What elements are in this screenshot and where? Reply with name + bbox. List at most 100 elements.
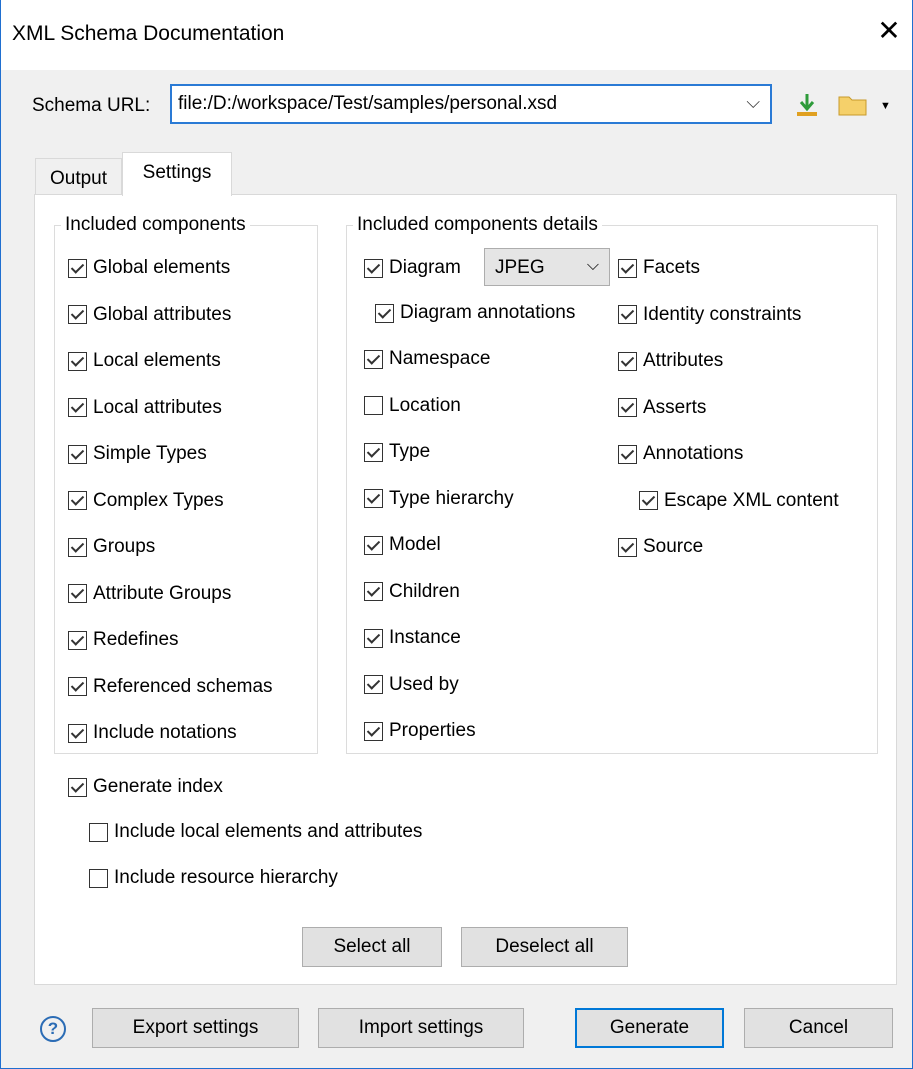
facets-label: Facets <box>643 257 701 278</box>
groups-checkbox[interactable]: Groups <box>68 536 155 558</box>
checkbox-box[interactable] <box>618 444 637 464</box>
local-elements-checkbox[interactable]: Local elements <box>68 350 221 372</box>
diagram-format-select[interactable]: JPEG ⌵ <box>484 248 610 286</box>
checkbox-box[interactable] <box>68 258 87 278</box>
checkbox-box[interactable] <box>618 537 637 557</box>
checkbox-box[interactable] <box>364 721 383 741</box>
local-attributes-label: Local attributes <box>93 396 222 418</box>
include-notations-checkbox[interactable]: Include notations <box>68 722 237 744</box>
annotations-checkbox[interactable]: Annotations <box>618 443 743 465</box>
asserts-checkbox[interactable]: Asserts <box>618 397 706 419</box>
checkbox-box[interactable] <box>618 305 637 324</box>
checkbox-box[interactable] <box>364 628 383 648</box>
location-checkbox[interactable]: Location <box>364 395 461 417</box>
simple-types-checkbox[interactable]: Simple Types <box>68 443 207 465</box>
redefines-checkbox[interactable]: Redefines <box>68 629 179 651</box>
local-elements-label: Local elements <box>93 350 221 371</box>
complex-types-checkbox[interactable]: Complex Types <box>68 490 224 512</box>
model-label: Model <box>389 534 441 555</box>
diagram-annotations-label: Diagram annotations <box>400 302 576 323</box>
checkbox-box[interactable] <box>364 675 383 694</box>
checkbox-box[interactable] <box>68 444 87 464</box>
checkbox-box[interactable] <box>68 537 87 557</box>
checkbox-box[interactable] <box>89 868 108 888</box>
schema-url-input[interactable] <box>176 90 728 118</box>
global-elements-checkbox[interactable]: Global elements <box>68 257 230 279</box>
used-by-checkbox[interactable]: Used by <box>364 674 459 696</box>
tab-settings[interactable]: Settings <box>122 152 232 196</box>
import-settings-button[interactable]: Import settings <box>318 1008 524 1048</box>
deselect-all-button[interactable]: Deselect all <box>461 927 628 967</box>
local-attributes-checkbox[interactable]: Local attributes <box>68 397 222 419</box>
diagram-annotations-checkbox[interactable]: Diagram annotations <box>375 302 575 324</box>
checkbox-box[interactable] <box>68 351 87 371</box>
namespace-checkbox[interactable]: Namespace <box>364 348 490 370</box>
help-icon[interactable]: ? <box>40 1016 66 1042</box>
checkbox-box[interactable] <box>68 777 87 797</box>
checkbox-box[interactable] <box>68 491 87 510</box>
checkbox-box[interactable] <box>364 258 383 278</box>
model-checkbox[interactable]: Model <box>364 534 441 556</box>
referenced-schemas-checkbox[interactable]: Referenced schemas <box>68 676 273 698</box>
children-label: Children <box>389 580 460 602</box>
checkbox-box[interactable] <box>618 398 637 417</box>
select-all-button[interactable]: Select all <box>302 927 442 967</box>
annotations-label: Annotations <box>643 443 744 464</box>
children-checkbox[interactable]: Children <box>364 581 460 603</box>
used-by-label: Used by <box>389 673 459 695</box>
include-hierarchy-checkbox[interactable]: Include resource hierarchy <box>89 867 338 889</box>
folder-icon[interactable] <box>838 94 868 116</box>
source-checkbox[interactable]: Source <box>618 536 703 558</box>
checkbox-box[interactable] <box>68 584 87 603</box>
complex-types-label: Complex Types <box>93 489 224 511</box>
export-settings-button[interactable]: Export settings <box>92 1008 299 1048</box>
checkbox-box[interactable] <box>364 396 383 415</box>
instance-label: Instance <box>389 627 461 648</box>
global-attributes-label: Global attributes <box>93 303 232 325</box>
properties-checkbox[interactable]: Properties <box>364 720 476 742</box>
identity-constraints-checkbox[interactable]: Identity constraints <box>618 304 801 326</box>
checkbox-box[interactable] <box>364 489 383 508</box>
checkbox-box[interactable] <box>68 630 87 650</box>
type-label: Type <box>389 441 431 462</box>
checkbox-box[interactable] <box>375 303 394 323</box>
checkbox-box[interactable] <box>68 677 87 696</box>
checkbox-box[interactable] <box>364 582 383 601</box>
instance-checkbox[interactable]: Instance <box>364 627 461 649</box>
namespace-label: Namespace <box>389 348 491 369</box>
checkbox-box[interactable] <box>89 822 108 842</box>
diagram-checkbox[interactable]: Diagram <box>364 257 461 279</box>
checkbox-box[interactable] <box>364 442 383 462</box>
tab-output[interactable]: Output <box>35 158 122 198</box>
checkbox-box[interactable] <box>68 723 87 743</box>
include-hierarchy-label: Include resource hierarchy <box>114 867 338 888</box>
checkbox-box[interactable] <box>364 349 383 369</box>
escape-xml-content-checkbox[interactable]: Escape XML content <box>639 490 839 512</box>
details-legend: Included components details <box>357 214 598 235</box>
generate-index-checkbox[interactable]: Generate index <box>68 776 223 798</box>
facets-checkbox[interactable]: Facets <box>618 257 700 279</box>
chevron-down-icon[interactable]: ⌵ <box>587 257 599 275</box>
attribute-groups-checkbox[interactable]: Attribute Groups <box>68 583 231 605</box>
generate-index-label: Generate index <box>93 776 223 797</box>
schema-url-combo[interactable]: ⌵ <box>170 84 772 124</box>
schema-url-label: Schema URL: <box>32 95 151 116</box>
close-icon[interactable]: ✕ <box>872 14 906 48</box>
include-local-checkbox[interactable]: Include local elements and attributes <box>89 821 422 843</box>
attributes-checkbox[interactable]: Attributes <box>618 350 723 372</box>
type-checkbox[interactable]: Type <box>364 441 430 463</box>
checkbox-box[interactable] <box>618 351 637 371</box>
type-hierarchy-checkbox[interactable]: Type hierarchy <box>364 488 514 510</box>
download-icon[interactable] <box>796 92 818 118</box>
generate-button[interactable]: Generate <box>575 1008 724 1048</box>
checkbox-box[interactable] <box>68 398 87 417</box>
window-title: XML Schema Documentation <box>12 22 285 45</box>
checkbox-box[interactable] <box>639 491 658 510</box>
cancel-button[interactable]: Cancel <box>744 1008 893 1048</box>
checkbox-box[interactable] <box>618 258 637 278</box>
checkbox-box[interactable] <box>68 305 87 324</box>
checkbox-box[interactable] <box>364 535 383 555</box>
chevron-down-icon[interactable]: ⌵ <box>746 92 760 113</box>
dropdown-arrow-icon[interactable]: ▼ <box>880 100 891 112</box>
global-attributes-checkbox[interactable]: Global attributes <box>68 304 231 326</box>
